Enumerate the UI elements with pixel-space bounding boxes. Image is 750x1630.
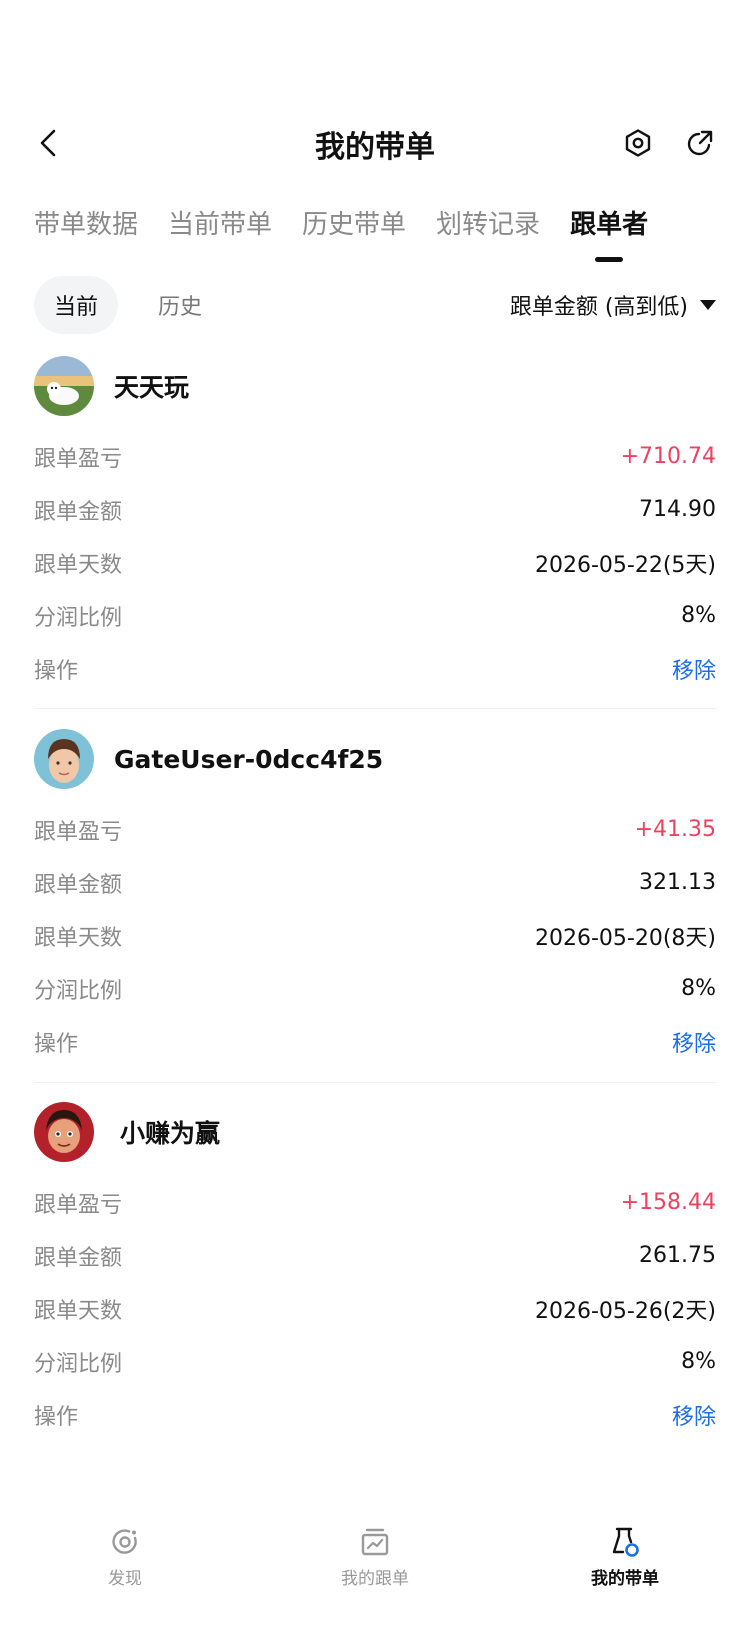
nav-discover[interactable]: 发现 xyxy=(45,1524,205,1589)
stat-value: 2026-05-26(2天) xyxy=(534,1298,716,1324)
follower-card: 天天玩 跟单盈亏 +710.74 跟单金额 714.90 跟单天数 2026-05-2… xyxy=(34,354,716,695)
stat-label: 跟单金额 xyxy=(34,499,123,525)
stat-row-amount: 跟单金额 261.75 xyxy=(34,1229,716,1282)
follower-name: 天天玩 xyxy=(114,373,190,402)
follower-card: GateUser-0dcc4f25 跟单盈亏 +41.35 跟单金额 321.13 … xyxy=(34,727,716,1068)
stat-value: +710.74 xyxy=(620,444,716,469)
stat-value: 8% xyxy=(681,1349,716,1374)
stat-label: 操作 xyxy=(34,1404,79,1430)
follower-header: GateUser-0dcc4f25 xyxy=(34,727,716,791)
share-icon xyxy=(687,130,713,156)
divider xyxy=(34,1082,716,1083)
stat-value: 261.75 xyxy=(639,1243,716,1268)
stat-label: 分润比例 xyxy=(34,1351,123,1377)
stat-label: 操作 xyxy=(34,1031,79,1057)
avatar[interactable] xyxy=(34,729,94,789)
stat-row-pnl: 跟单盈亏 +158.44 xyxy=(34,1176,716,1229)
stat-label: 跟单盈亏 xyxy=(34,1192,123,1218)
stat-row-pnl: 跟单盈亏 +41.35 xyxy=(34,803,716,856)
follower-header: 天天玩 xyxy=(34,354,716,418)
nav-label: 我的带单 xyxy=(591,1569,659,1589)
stat-value: +158.44 xyxy=(620,1190,716,1215)
main-tabs: 带单数据 当前带单 历史带单 划转记录 跟单者 xyxy=(34,204,730,264)
filter-bar: 当前 历史 跟单金额 (高到低) xyxy=(34,276,716,334)
stat-row-days: 跟单天数 2026-05-20(8天) xyxy=(34,909,716,962)
nav-label: 我的跟单 xyxy=(341,1569,409,1589)
stat-label: 跟单金额 xyxy=(34,1245,123,1271)
stat-row-action: 操作 移除 xyxy=(34,1388,716,1441)
avatar[interactable] xyxy=(34,1102,94,1162)
remove-button[interactable]: 移除 xyxy=(672,1399,716,1431)
share-button[interactable] xyxy=(680,123,720,163)
stat-value: 714.90 xyxy=(639,497,716,522)
stat-label: 跟单天数 xyxy=(34,552,123,578)
active-tab-indicator xyxy=(595,257,624,262)
tab-current-leads[interactable]: 当前带单 xyxy=(168,204,272,264)
stat-label: 操作 xyxy=(34,658,79,684)
bottom-nav: 发现 我的跟单 我的带单 xyxy=(0,1480,750,1630)
stat-row-action: 操作 移除 xyxy=(34,642,716,695)
stat-row-profit-share: 分润比例 8% xyxy=(34,962,716,1015)
filter-history[interactable]: 历史 xyxy=(138,276,222,334)
tab-transfer-records[interactable]: 划转记录 xyxy=(436,204,540,264)
stat-row-profit-share: 分润比例 8% xyxy=(34,1335,716,1388)
stat-value: 2026-05-22(5天) xyxy=(534,552,716,578)
stat-row-days: 跟单天数 2026-05-22(5天) xyxy=(34,536,716,589)
nav-label: 发现 xyxy=(108,1569,142,1589)
stat-row-action: 操作 移除 xyxy=(34,1015,716,1068)
follower-name: GateUser-0dcc4f25 xyxy=(114,744,384,774)
remove-button[interactable]: 移除 xyxy=(672,653,716,685)
sort-dropdown[interactable]: 跟单金额 (高到低) xyxy=(510,276,716,334)
remove-button[interactable]: 移除 xyxy=(672,1026,716,1058)
tab-followers[interactable]: 跟单者 xyxy=(570,204,648,264)
stat-value: 8% xyxy=(681,603,716,628)
discover-icon xyxy=(112,1529,137,1554)
stat-row-profit-share: 分润比例 8% xyxy=(34,589,716,642)
stat-row-pnl: 跟单盈亏 +710.74 xyxy=(34,430,716,483)
stat-row-amount: 跟单金额 714.90 xyxy=(34,483,716,536)
tab-label: 当前带单 xyxy=(168,210,273,240)
stat-value: 2026-05-20(8天) xyxy=(534,925,716,951)
top-bar: 我的带单 xyxy=(0,110,750,176)
stat-label: 跟单金额 xyxy=(34,872,123,898)
lead-trade-icon xyxy=(612,1527,639,1557)
tab-label: 历史带单 xyxy=(302,210,407,240)
copy-trade-icon xyxy=(361,1528,389,1556)
avatar[interactable] xyxy=(34,356,94,416)
settings-button[interactable] xyxy=(618,123,658,163)
stat-label: 跟单盈亏 xyxy=(34,819,123,845)
gear-icon xyxy=(625,129,651,157)
stat-row-amount: 跟单金额 321.13 xyxy=(34,856,716,909)
stat-label: 跟单天数 xyxy=(34,1298,123,1324)
filter-current[interactable]: 当前 xyxy=(34,276,119,334)
nav-my-lead-trades[interactable]: 我的带单 xyxy=(545,1524,705,1589)
caret-down-icon xyxy=(700,300,716,310)
nav-my-copy-trades[interactable]: 我的跟单 xyxy=(295,1524,455,1589)
stat-label: 跟单盈亏 xyxy=(34,446,123,472)
stat-row-days: 跟单天数 2026-05-26(2天) xyxy=(34,1282,716,1335)
tab-history-leads[interactable]: 历史带单 xyxy=(302,204,406,264)
stat-label: 跟单天数 xyxy=(34,925,123,951)
follower-name: 小赚为赢 xyxy=(120,1119,221,1148)
tab-label: 带单数据 xyxy=(34,210,139,240)
stat-value: 321.13 xyxy=(639,870,716,895)
stat-value: +41.35 xyxy=(634,817,716,842)
divider xyxy=(34,708,716,709)
sort-label: 跟单金额 (高到低) xyxy=(509,295,688,320)
tab-lead-data[interactable]: 带单数据 xyxy=(34,204,138,264)
stat-label: 分润比例 xyxy=(34,605,123,631)
follower-card: 小赚为赢 跟单盈亏 +158.44 跟单金额 261.75 跟单天数 2026-05-… xyxy=(34,1100,716,1441)
tab-label: 划转记录 xyxy=(436,210,541,240)
stat-value: 8% xyxy=(681,976,716,1001)
follower-header: 小赚为赢 xyxy=(34,1100,716,1164)
tab-label: 跟单者 xyxy=(570,210,649,240)
stat-label: 分润比例 xyxy=(34,978,123,1004)
